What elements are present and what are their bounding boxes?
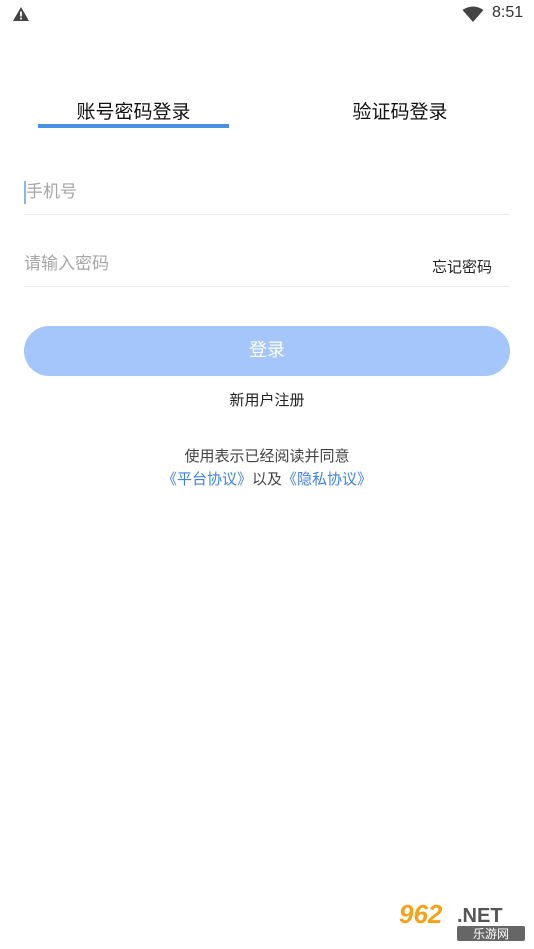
password-input[interactable] [24,242,404,286]
warning-icon [13,7,29,21]
agreement-text: 使用表示已经阅读并同意 《平台协议》以及《隐私协议》 [0,445,534,491]
login-button[interactable]: 登录 [24,326,510,376]
wifi-icon [462,6,484,22]
phone-field [24,170,510,215]
register-link[interactable]: 新用户注册 [0,389,534,410]
agreement-line: 使用表示已经阅读并同意 [184,447,350,465]
svg-text:962: 962 [399,899,443,929]
watermark-logo: 962 .NET 乐游网 [395,897,527,943]
status-time: 8:51 [492,4,524,21]
agreement-links: 《平台协议》以及《隐私协议》 [0,468,534,491]
tab-code-login[interactable]: 验证码登录 [302,98,498,128]
platform-agreement-link[interactable]: 《平台协议》 [162,470,252,488]
svg-text:.NET: .NET [457,905,503,927]
forgot-password-link[interactable]: 忘记密码 [432,256,492,277]
phone-input[interactable] [26,170,406,214]
privacy-policy-link[interactable]: 《隐私协议》 [282,470,372,488]
password-field: 忘记密码 [24,242,510,287]
svg-text:乐游网: 乐游网 [473,927,509,941]
active-tab-indicator [38,124,229,128]
agreement-connector: 以及 [251,470,282,488]
status-bar: 8:51 [0,0,534,30]
